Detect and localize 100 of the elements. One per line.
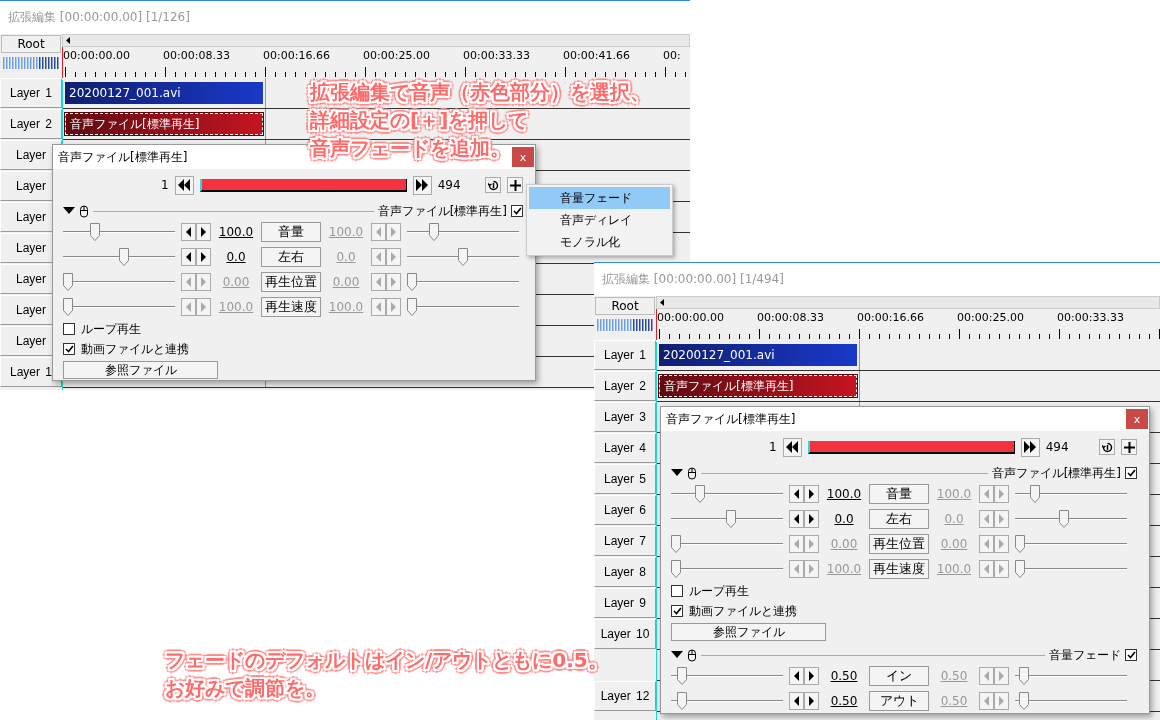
slider[interactable] [407,221,519,242]
last-frame-button[interactable] [1020,437,1040,457]
slider[interactable] [63,221,175,242]
menu-item[interactable]: モノラル化 [529,231,670,253]
checkbox[interactable] [63,343,75,355]
collapse-icon[interactable] [63,207,75,215]
layer-header[interactable]: Layer 9 [594,588,656,618]
slider[interactable] [1015,508,1127,529]
parameter-button[interactable]: 音量 [869,483,929,504]
slider[interactable] [407,296,519,317]
checkbox[interactable] [671,605,683,617]
decrease-button[interactable] [181,247,196,266]
scrollbar[interactable] [62,34,690,47]
decrease-button[interactable] [789,666,804,685]
rotate-button[interactable] [485,177,501,193]
parameter-button[interactable]: 再生位置 [869,533,929,554]
slider[interactable] [1015,690,1127,711]
audio-clip[interactable]: 音声ファイル[標準再生] [65,113,263,135]
parameter-button[interactable]: 再生位置 [261,271,321,292]
root-button[interactable]: Root [595,297,655,315]
slider-thumb[interactable] [119,247,129,266]
close-button[interactable]: x [512,147,534,167]
value-field[interactable]: 100.0 [217,224,255,239]
slider[interactable] [671,533,783,554]
checkbox[interactable] [63,323,75,335]
parameter-button[interactable]: 左右 [261,246,321,267]
parameter-button[interactable]: 左右 [869,508,929,529]
slider-thumb[interactable] [726,509,736,528]
add-filter-button[interactable] [507,177,523,193]
decrease-button[interactable] [789,484,804,503]
slider[interactable] [1015,558,1127,579]
parameter-button[interactable]: アウト [869,690,929,711]
frame-range-bar[interactable] [199,178,407,192]
slider[interactable] [1015,483,1127,504]
time-ruler[interactable]: 00:00:00.00 00:00:08.33 00:00:16.66 00:00:25.00 00:00:33.33 [656,309,1160,340]
slider[interactable] [63,271,175,292]
layer-header[interactable]: Layer 10 [594,619,656,649]
slider-thumb[interactable] [695,484,705,503]
slider[interactable] [63,246,175,267]
slider[interactable] [671,483,783,504]
slider-thumb[interactable] [677,691,687,710]
increase-button[interactable] [804,509,819,528]
reference-file-button[interactable]: 参照ファイル [63,361,218,379]
value-field[interactable]: 0.0 [217,249,255,264]
layer-header[interactable]: Layer 8 [594,557,656,587]
layer-header[interactable]: Layer 7 [594,526,656,556]
decrease-button[interactable] [789,509,804,528]
layer-header[interactable]: Layer 1 [594,340,656,370]
parameter-button[interactable]: イン [869,665,929,686]
slider[interactable] [407,246,519,267]
parameter-button[interactable]: 再生速度 [261,296,321,317]
layer-header[interactable]: Layer 3 [594,402,656,432]
menu-item[interactable]: 音声ディレイ [529,209,670,231]
video-clip[interactable]: 20200127_001.avi [65,82,263,104]
increase-button[interactable] [196,247,211,266]
video-clip[interactable]: 20200127_001.avi [659,344,857,366]
last-frame-button[interactable] [412,175,432,195]
slider[interactable] [1015,533,1127,554]
value-field[interactable]: 0.50 [825,668,863,683]
parameter-button[interactable]: 音量 [261,221,321,242]
increase-button[interactable] [804,484,819,503]
layer-header[interactable]: Layer 1 [0,78,62,108]
value-field[interactable]: 0.50 [825,693,863,708]
slider[interactable] [407,271,519,292]
decrease-button[interactable] [181,222,196,241]
checkbox[interactable] [511,205,523,217]
increase-button[interactable] [804,666,819,685]
layer-header[interactable]: Layer 2 [0,109,62,139]
scrollbar[interactable] [656,296,1160,309]
collapse-icon[interactable] [671,469,683,477]
checkbox[interactable] [1125,649,1137,661]
value-field[interactable]: 0.0 [825,511,863,526]
layer-header[interactable]: Layer 2 [594,371,656,401]
first-frame-button[interactable] [174,175,194,195]
add-filter-button[interactable] [1121,439,1137,455]
layer-header[interactable]: Layer 12 [594,681,656,711]
slider-thumb[interactable] [677,666,687,685]
layer-header[interactable]: Layer 4 [594,433,656,463]
increase-button[interactable] [804,691,819,710]
layer-header[interactable]: Layer 5 [594,464,656,494]
slider[interactable] [1015,665,1127,686]
menu-item[interactable]: 音量フェード [529,187,670,209]
slider[interactable] [671,508,783,529]
reference-file-button[interactable]: 参照ファイル [671,623,826,641]
decrease-button[interactable] [789,691,804,710]
audio-clip[interactable]: 音声ファイル[標準再生] [659,375,857,397]
increase-button[interactable] [196,222,211,241]
slider[interactable] [671,690,783,711]
checkbox[interactable] [1125,467,1137,479]
checkbox[interactable] [671,585,683,597]
slider[interactable] [671,665,783,686]
slider[interactable] [671,558,783,579]
value-field[interactable]: 100.0 [825,486,863,501]
slider-thumb[interactable] [90,222,100,241]
slider[interactable] [63,296,175,317]
frame-range-bar[interactable] [807,440,1015,454]
close-button[interactable]: x [1126,409,1148,429]
first-frame-button[interactable] [782,437,802,457]
rotate-button[interactable] [1099,439,1115,455]
layer-header[interactable]: Layer 6 [594,495,656,525]
